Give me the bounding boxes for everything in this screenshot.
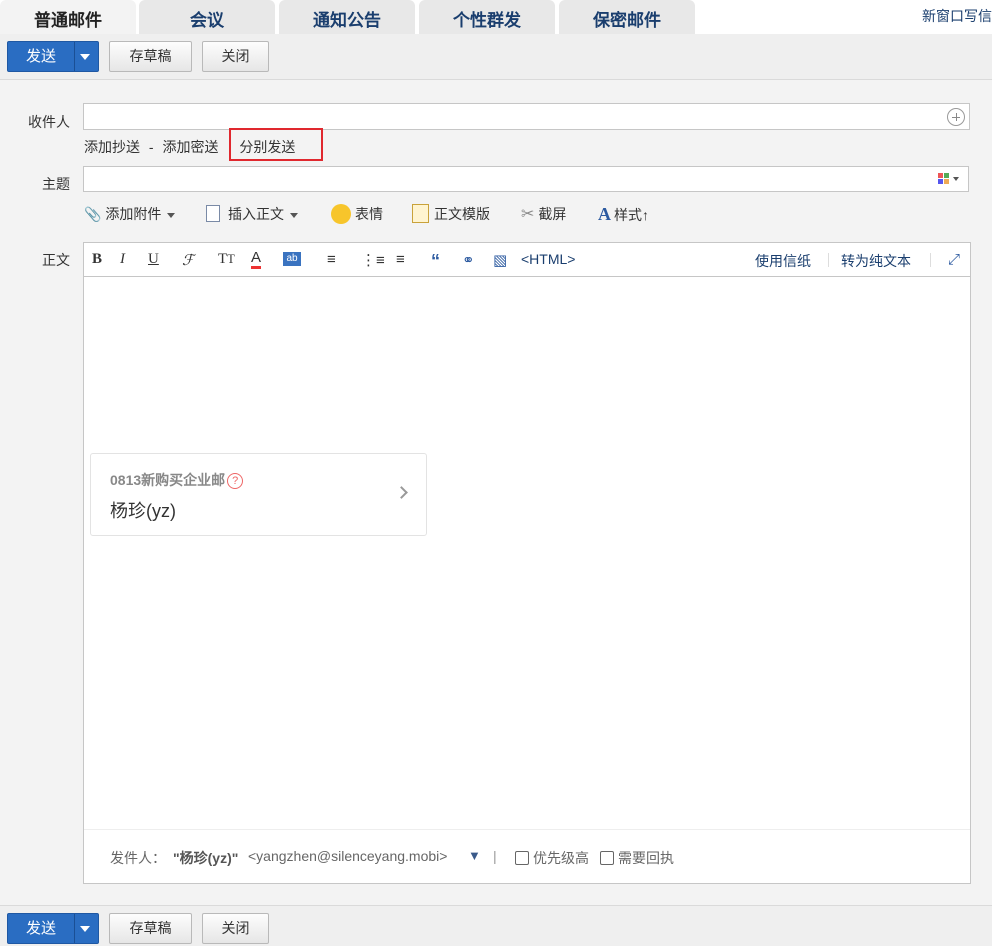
subject-color-icon[interactable] xyxy=(938,173,964,187)
receipt-checkbox[interactable] xyxy=(600,851,614,865)
tab-label: 保密邮件 xyxy=(593,11,661,30)
divider xyxy=(828,253,829,267)
divider xyxy=(74,914,75,943)
editor-toolbar: B I U ℱ TT A ab ≡ ⋮≡ ≡ “ ⚭ ▧ <HTML> 使用信纸… xyxy=(84,243,970,277)
tab-normal-mail[interactable]: 普通邮件 xyxy=(0,0,136,34)
style-label: 样式↑ xyxy=(614,207,649,223)
body-label: 正文 xyxy=(42,252,70,268)
signature-title-text: 0813新购买企业邮 xyxy=(110,472,226,488)
tab-label: 普通邮件 xyxy=(34,11,102,30)
document-icon xyxy=(206,205,220,222)
tab-confidential[interactable]: 保密邮件 xyxy=(559,0,695,34)
send-label: 发送 xyxy=(25,920,56,937)
sender-dropdown-icon[interactable]: ▼ xyxy=(468,848,481,863)
sender-email: <yangzhen@silenceyang.mobi> xyxy=(248,848,448,864)
add-attachment-label: 添加附件 xyxy=(105,206,162,222)
sender-name: "杨珍(yz)" xyxy=(173,850,239,866)
list-icon[interactable]: ⋮≡ xyxy=(361,251,385,269)
underline-icon[interactable]: U xyxy=(148,251,159,269)
sender-label: 发件人： xyxy=(110,850,166,866)
font-color-icon[interactable]: A xyxy=(251,250,262,269)
quote-icon[interactable]: “ xyxy=(431,251,440,271)
highlight-box xyxy=(229,128,323,161)
add-contact-icon[interactable] xyxy=(947,108,965,126)
chevron-down-icon xyxy=(290,212,298,218)
signature-title: 0813新购买企业邮? xyxy=(110,470,244,490)
tab-mass-send[interactable]: 个性群发 xyxy=(419,0,555,34)
new-window-link[interactable]: 新窗口写信 xyxy=(922,6,992,26)
style-button[interactable]: A 样式↑ xyxy=(598,204,649,225)
tab-label: 通知公告 xyxy=(313,11,381,30)
priority-label: 优先级高 xyxy=(533,850,589,866)
signature-name: 杨珍(yz) xyxy=(110,501,176,521)
close-button[interactable]: 关闭 xyxy=(202,41,269,72)
template-button[interactable]: 正文模版 xyxy=(412,204,490,224)
send-options-caret-icon[interactable] xyxy=(80,54,90,60)
add-attachment-button[interactable]: 📎 添加附件 xyxy=(84,204,176,224)
font-style-icon: A xyxy=(598,204,611,224)
chevron-right-icon[interactable] xyxy=(395,486,408,499)
insert-body-label: 插入正文 xyxy=(228,206,284,222)
emoji-label: 表情 xyxy=(355,206,383,222)
indent-icon[interactable]: ≡ xyxy=(396,251,405,269)
divider xyxy=(74,42,75,71)
add-cc-link[interactable]: 添加抄送 xyxy=(84,137,140,157)
close-button[interactable]: 关闭 xyxy=(202,913,269,944)
receipt-label: 需要回执 xyxy=(618,850,674,866)
priority-option[interactable]: 优先级高 xyxy=(515,848,589,868)
smiley-icon xyxy=(331,204,351,224)
sender-bar: 发件人： "杨珍(yz)" <yangzhen@silenceyang.mobi… xyxy=(84,829,970,883)
top-toolbar: 发送 存草稿 关闭 xyxy=(0,34,992,80)
send-label: 发送 xyxy=(25,48,56,65)
template-icon xyxy=(412,204,429,223)
priority-checkbox[interactable] xyxy=(515,851,529,865)
plain-text-button[interactable]: 转为纯文本 xyxy=(841,251,911,271)
highlight-color-icon[interactable]: ab xyxy=(283,252,301,266)
align-icon[interactable]: ≡ xyxy=(327,251,336,269)
divider xyxy=(930,253,931,267)
subject-input[interactable] xyxy=(83,166,969,192)
send-options-caret-icon[interactable] xyxy=(80,926,90,932)
scissors-icon: ✂ xyxy=(521,206,535,223)
tab-label: 个性群发 xyxy=(453,11,521,30)
receipt-option[interactable]: 需要回执 xyxy=(600,848,674,868)
template-label: 正文模版 xyxy=(434,206,490,222)
tab-meeting[interactable]: 会议 xyxy=(139,0,275,34)
insert-body-button[interactable]: 插入正文 xyxy=(206,204,298,224)
font-family-icon[interactable]: ℱ xyxy=(182,251,194,269)
divider: | xyxy=(493,848,497,864)
emoji-button[interactable]: 表情 xyxy=(331,204,383,224)
body-editor[interactable]: B I U ℱ TT A ab ≡ ⋮≡ ≡ “ ⚭ ▧ <HTML> 使用信纸… xyxy=(83,242,971,884)
help-icon[interactable]: ? xyxy=(227,473,244,489)
subject-label: 主题 xyxy=(42,176,70,192)
fullscreen-icon[interactable]: ⤢ xyxy=(948,251,960,269)
italic-icon[interactable]: I xyxy=(120,251,125,269)
bottom-toolbar: 发送 存草稿 关闭 xyxy=(0,905,992,946)
bold-icon[interactable]: B xyxy=(92,251,102,269)
save-draft-button[interactable]: 存草稿 xyxy=(109,41,192,72)
link-icon[interactable]: ⚭ xyxy=(462,251,475,269)
signature-card[interactable]: 0813新购买企业邮? 杨珍(yz) xyxy=(90,453,427,536)
screenshot-button[interactable]: ✂ 截屏 xyxy=(521,204,566,224)
stationery-button[interactable]: 使用信纸 xyxy=(755,251,811,271)
send-button[interactable]: 发送 xyxy=(7,913,99,944)
link-separator: - xyxy=(148,139,154,155)
chevron-down-icon xyxy=(167,212,176,218)
tab-bar: 普通邮件 会议 通知公告 个性群发 保密邮件 新窗口写信 xyxy=(0,0,992,34)
tab-label: 会议 xyxy=(190,11,224,30)
send-button[interactable]: 发送 xyxy=(7,41,99,72)
screenshot-label: 截屏 xyxy=(538,206,567,222)
format-painter-icon[interactable]: ▧ xyxy=(493,251,507,269)
paperclip-icon: 📎 xyxy=(84,206,102,222)
tab-notice[interactable]: 通知公告 xyxy=(279,0,415,34)
recipient-label: 收件人 xyxy=(28,114,70,130)
recipient-input[interactable] xyxy=(83,103,970,130)
font-size-icon[interactable]: TT xyxy=(218,251,235,269)
save-draft-button[interactable]: 存草稿 xyxy=(109,913,192,944)
html-mode-button[interactable]: <HTML> xyxy=(521,251,575,267)
add-bcc-link[interactable]: 添加密送 xyxy=(162,137,218,157)
